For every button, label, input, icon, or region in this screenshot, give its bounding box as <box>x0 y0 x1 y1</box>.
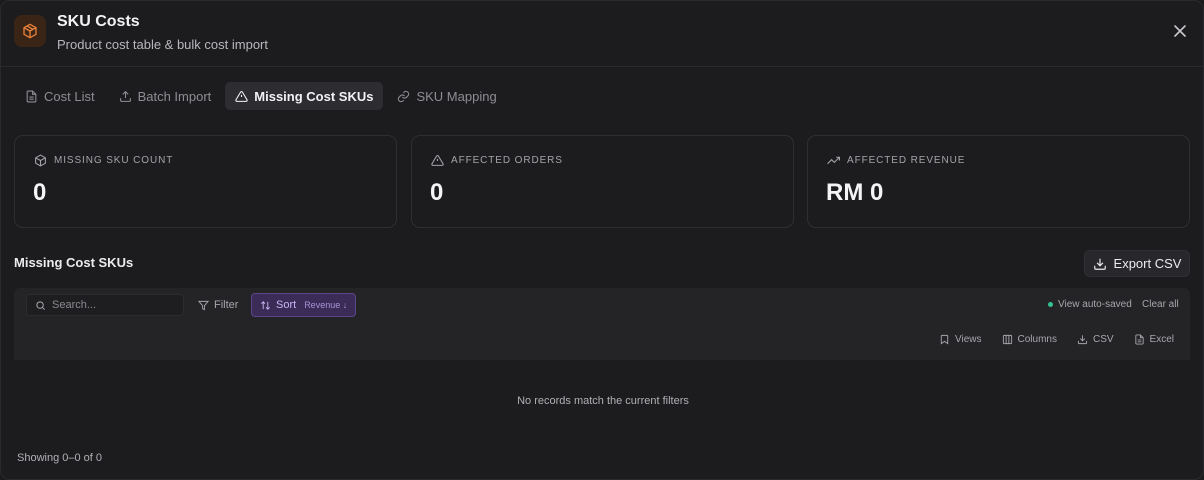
warning-icon <box>235 90 248 102</box>
table-actions: Views Columns CSV Excel <box>939 334 1174 345</box>
autosave-status: View auto-saved <box>1048 299 1132 310</box>
tab-label: Batch Import <box>137 88 212 104</box>
export-csv-button[interactable]: Export CSV <box>1084 250 1190 277</box>
stat-card-missing-sku-count: MISSING SKU COUNT 0 <box>14 135 397 228</box>
stat-label: MISSING SKU COUNT <box>54 155 174 166</box>
tab-batch-import[interactable]: Batch Import <box>109 82 222 110</box>
autosave-label: View auto-saved <box>1058 299 1132 310</box>
sort-icon <box>261 300 270 310</box>
filter-button[interactable]: Filter <box>198 294 238 316</box>
package-icon <box>14 15 46 47</box>
tab-label: Cost List <box>44 88 95 104</box>
sort-label: Sort <box>276 299 297 311</box>
bookmark-icon <box>940 334 949 345</box>
columns-label: Columns <box>1017 334 1057 345</box>
download-icon <box>1093 258 1106 270</box>
tab-cost-list[interactable]: Cost List <box>15 82 105 110</box>
tab-sku-mapping[interactable]: SKU Mapping <box>387 82 506 110</box>
modal-header: SKU Costs Product cost table & bulk cost… <box>1 1 1203 67</box>
tab-label: SKU Mapping <box>416 88 497 104</box>
file-icon <box>1134 334 1144 345</box>
csv-label: CSV <box>1092 334 1114 345</box>
stat-label: AFFECTED REVENUE <box>847 155 966 166</box>
trending-up-icon <box>827 156 840 165</box>
tab-missing-cost-skus[interactable]: Missing Cost SKUs <box>225 82 384 110</box>
search-icon <box>36 300 45 310</box>
file-icon <box>26 90 37 102</box>
stat-value: RM 0 <box>826 179 884 206</box>
filter-icon <box>198 300 209 310</box>
columns-button[interactable]: Columns <box>1002 334 1057 345</box>
table-toolbar: Filter Sort Revenue ↓ View auto-saved Cl… <box>14 288 1190 360</box>
status-dot <box>1048 302 1053 307</box>
excel-label: Excel <box>1149 334 1174 345</box>
empty-state-message: No records match the current filters <box>517 395 689 407</box>
search-input[interactable] <box>52 299 172 311</box>
section-title: Missing Cost SKUs <box>14 255 134 270</box>
link-icon <box>398 90 410 102</box>
sort-value: Revenue ↓ <box>304 300 348 310</box>
excel-button[interactable]: Excel <box>1134 334 1174 345</box>
sku-costs-modal: SKU Costs Product cost table & bulk cost… <box>0 0 1204 480</box>
modal-title: SKU Costs <box>57 13 140 30</box>
pagination-summary: Showing 0–0 of 0 <box>17 452 103 464</box>
stat-card-affected-orders: AFFECTED ORDERS 0 <box>411 135 794 228</box>
upload-icon <box>119 90 131 102</box>
tab-bar: Cost List Batch Import Missing Cost SKUs… <box>15 82 507 110</box>
package-icon <box>35 154 46 167</box>
export-label: Export CSV <box>1113 256 1182 271</box>
views-button[interactable]: Views <box>939 334 982 345</box>
sort-button[interactable]: Sort Revenue ↓ <box>251 293 357 317</box>
clear-all-button[interactable]: Clear all <box>1142 299 1179 310</box>
stat-label: AFFECTED ORDERS <box>451 155 563 166</box>
search-box <box>26 294 184 316</box>
tab-label: Missing Cost SKUs <box>254 88 374 104</box>
modal-subtitle: Product cost table & bulk cost import <box>57 37 268 52</box>
stat-card-affected-revenue: AFFECTED REVENUE RM 0 <box>807 135 1190 228</box>
warning-icon <box>431 155 444 166</box>
views-label: Views <box>955 334 982 345</box>
columns-icon <box>1002 334 1012 345</box>
download-icon <box>1077 335 1088 345</box>
filter-label: Filter <box>214 299 239 311</box>
stat-value: 0 <box>33 179 47 206</box>
close-icon[interactable] <box>1171 22 1189 40</box>
csv-button[interactable]: CSV <box>1077 334 1114 345</box>
stat-value: 0 <box>430 179 444 206</box>
